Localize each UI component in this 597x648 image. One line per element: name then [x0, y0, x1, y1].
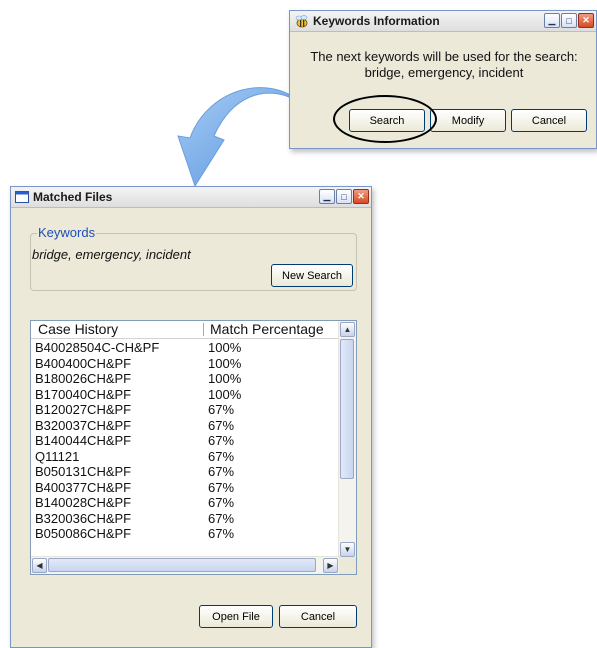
maximize-icon: □: [341, 191, 347, 202]
case-cell: B400377CH&PF: [35, 479, 132, 495]
match-cell: 67%: [208, 464, 235, 479]
scroll-left-button[interactable]: ◀: [32, 558, 47, 573]
keywords-dialog-title: Keywords Information: [313, 14, 440, 28]
scroll-right-button[interactable]: ▶: [323, 558, 338, 573]
table-row[interactable]: B120027CH&PF 67%: [31, 402, 340, 418]
chevron-right-icon: ▶: [327, 561, 334, 570]
table-row[interactable]: B40028504C-CH&PF 100%: [31, 340, 340, 356]
matched-files-title: Matched Files: [33, 190, 113, 204]
match-cell: 100%: [208, 386, 242, 402]
list-header: Case History Match Percentage: [31, 321, 340, 339]
match-cell: 67%: [208, 417, 235, 433]
match-cell: 100%: [208, 355, 242, 371]
case-cell: Q11121: [35, 448, 80, 464]
match-cell: 67%: [208, 433, 235, 448]
maximize-button[interactable]: □: [561, 13, 577, 28]
match-cell: 67%: [208, 510, 235, 526]
case-cell: B050131CH&PF: [35, 464, 132, 479]
open-file-button[interactable]: Open File: [199, 605, 273, 628]
keywords-value: bridge, emergency, incident: [32, 247, 191, 262]
case-cell: B140028CH&PF: [35, 495, 132, 510]
cancel-keywords-button[interactable]: Cancel: [511, 109, 587, 132]
table-row[interactable]: B320037CH&PF 67%: [31, 418, 340, 434]
table-row[interactable]: B170040CH&PF 100%: [31, 387, 340, 403]
match-cell: 67%: [208, 526, 235, 541]
column-header-case-history[interactable]: Case History: [38, 321, 118, 337]
scrollbar-corner: [339, 557, 356, 574]
case-cell: B320036CH&PF: [35, 510, 132, 526]
keywords-group-label: Keywords: [37, 225, 97, 240]
case-cell: B400400CH&PF: [35, 355, 132, 371]
match-cell: 100%: [208, 371, 242, 386]
column-header-match-percentage[interactable]: Match Percentage: [210, 321, 324, 337]
minimize-icon: ▁: [548, 15, 556, 25]
minimize-icon: ▁: [323, 191, 331, 201]
table-row[interactable]: B320036CH&PF 67%: [31, 511, 340, 527]
table-row[interactable]: B400377CH&PF 67%: [31, 480, 340, 496]
bee-app-icon: [295, 14, 308, 27]
close-icon: ✕: [582, 15, 590, 25]
match-cell: 100%: [208, 340, 242, 355]
case-cell: B40028504C-CH&PF: [35, 340, 160, 355]
case-cell: B320037CH&PF: [35, 417, 132, 433]
keywords-message: The next keywords will be used for the s…: [290, 49, 597, 81]
maximize-icon: □: [566, 15, 572, 26]
close-button[interactable]: ✕: [578, 13, 594, 28]
vertical-scrollbar[interactable]: ▲ ▼: [338, 321, 356, 558]
match-cell: 67%: [208, 495, 235, 510]
column-separator[interactable]: [203, 323, 204, 336]
table-row[interactable]: B400400CH&PF 100%: [31, 356, 340, 372]
horizontal-scrollbar[interactable]: ◀ ▶: [31, 556, 340, 574]
match-cell: 67%: [208, 448, 235, 464]
search-highlight-ellipse: [333, 95, 437, 143]
table-row[interactable]: B140028CH&PF 67%: [31, 495, 340, 511]
cancel-button[interactable]: Cancel: [279, 605, 357, 628]
chevron-down-icon: ▼: [343, 545, 352, 554]
keywords-message-line1: The next keywords will be used for the s…: [310, 49, 578, 64]
match-cell: 67%: [208, 479, 235, 495]
modify-button[interactable]: Modify: [430, 109, 506, 132]
maximize-button[interactable]: □: [336, 189, 352, 204]
matched-files-titlebar[interactable]: Matched Files ▁ □ ✕: [11, 187, 371, 208]
matched-files-dialog: Matched Files ▁ □ ✕ Keywords bridge, eme…: [10, 186, 372, 648]
close-button[interactable]: ✕: [353, 189, 369, 204]
case-cell: B180026CH&PF: [35, 371, 132, 386]
keywords-window-controls: ▁ □ ✕: [544, 13, 594, 28]
horizontal-scroll-thumb[interactable]: [48, 558, 316, 572]
keywords-dialog-titlebar[interactable]: Keywords Information ▁ □ ✕: [290, 11, 596, 32]
vertical-scroll-thumb[interactable]: [340, 339, 354, 479]
new-search-button[interactable]: New Search: [271, 264, 353, 287]
list-rows: B40028504C-CH&PF 100% B400400CH&PF 100% B1…: [31, 340, 340, 542]
window-app-icon: [15, 191, 29, 203]
keywords-message-line2: bridge, emergency, incident: [364, 65, 524, 80]
match-cell: 67%: [208, 402, 235, 417]
table-row[interactable]: B180026CH&PF 100%: [31, 371, 340, 387]
table-row[interactable]: B140044CH&PF 67%: [31, 433, 340, 449]
table-row[interactable]: B050086CH&PF 67%: [31, 526, 340, 542]
table-row[interactable]: Q11121 67%: [31, 449, 340, 465]
minimize-button[interactable]: ▁: [544, 13, 560, 28]
case-cell: B050086CH&PF: [35, 526, 132, 541]
case-cell: B120027CH&PF: [35, 402, 132, 417]
scroll-up-button[interactable]: ▲: [340, 322, 355, 337]
minimize-button[interactable]: ▁: [319, 189, 335, 204]
case-cell: B170040CH&PF: [35, 386, 132, 402]
scroll-down-button[interactable]: ▼: [340, 542, 355, 557]
chevron-left-icon: ◀: [36, 561, 43, 570]
results-listview[interactable]: Case History Match Percentage B40028504C…: [30, 320, 357, 575]
table-row[interactable]: B050131CH&PF 67%: [31, 464, 340, 480]
matched-files-window-controls: ▁ □ ✕: [319, 189, 369, 204]
close-icon: ✕: [357, 191, 365, 201]
chevron-up-icon: ▲: [343, 325, 352, 334]
case-cell: B140044CH&PF: [35, 433, 132, 448]
keywords-information-dialog: Keywords Information ▁ □ ✕ The next keyw…: [289, 10, 597, 149]
